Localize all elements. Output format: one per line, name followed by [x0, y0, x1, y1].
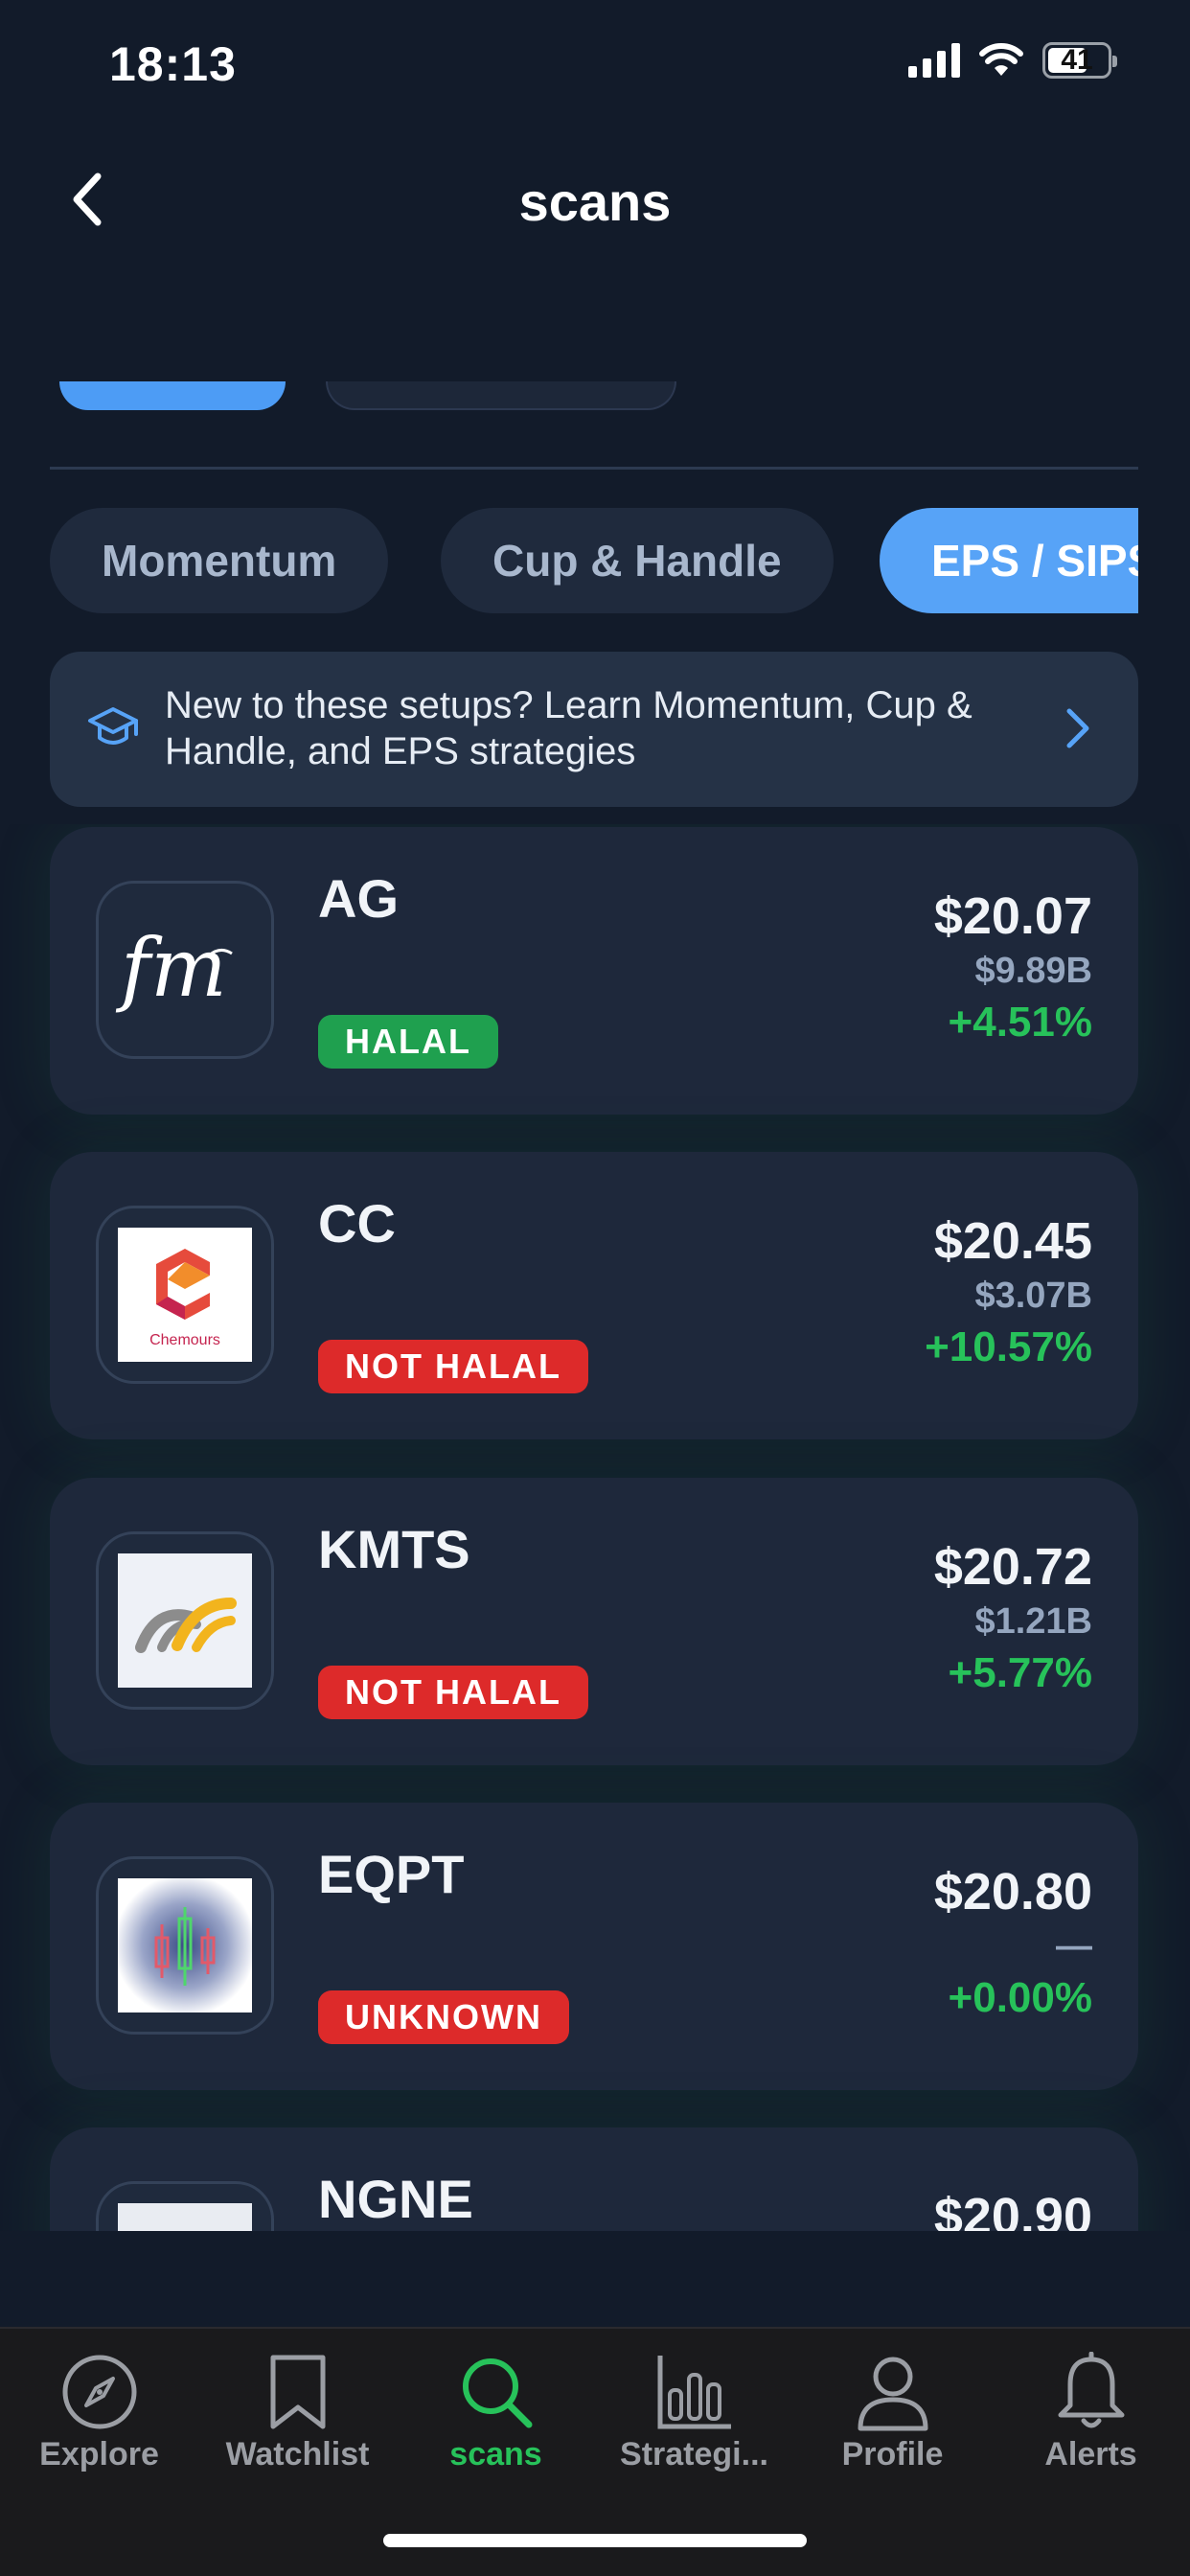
status-time: 18:13: [109, 37, 237, 91]
market-cap: $9.89B: [974, 951, 1092, 991]
strategy-chips: Momentum Cup & Handle EPS / SIPS: [50, 508, 1138, 615]
tab-label: Profile: [841, 2436, 944, 2472]
tab-strategies[interactable]: Strategi...: [595, 2352, 793, 2473]
price-column: $20.07 $9.89B +4.51%: [934, 886, 1092, 1049]
tab-label: Alerts: [1044, 2436, 1137, 2472]
stock-price: $20.45: [933, 1212, 1092, 1270]
stock-ticker: CC: [318, 1193, 396, 1254]
logo-wordmark: Chemours: [149, 1332, 220, 1348]
status-badge: HALAL: [318, 1015, 498, 1069]
wifi-icon: [979, 43, 1023, 76]
fm-logo-icon: fm: [96, 881, 274, 1059]
chip-cup-handle[interactable]: Cup & Handle: [441, 508, 834, 613]
price-change: +0.00%: [948, 1974, 1092, 2021]
bookmark-icon: [270, 2355, 325, 2429]
bar-chart-icon: [657, 2356, 731, 2429]
stock-list[interactable]: fm AG HALAL $20.07 $9.89B +4.51% Chemour…: [0, 824, 1190, 2231]
stock-card[interactable]: NGNE $20.90: [50, 2128, 1138, 2231]
page-title: scans: [518, 172, 672, 232]
status-icons: 41: [908, 42, 1117, 79]
stock-card[interactable]: Chemours CC NOT HALAL $20.45 $3.07B +10.…: [50, 1152, 1138, 1439]
kestra-arcs-logo-icon: [96, 1531, 274, 1710]
ngne-logo-icon: [96, 2181, 274, 2231]
stock-price: $20.80: [933, 1863, 1092, 1920]
price-column: $20.72 $1.21B +5.77%: [934, 1537, 1092, 1700]
tab-watchlist[interactable]: Watchlist: [198, 2352, 397, 2473]
nav-header: scans: [0, 153, 1190, 249]
price-column: $20.80 — +0.00%: [934, 1862, 1092, 2025]
tab-label: Explore: [39, 2436, 159, 2472]
stock-price: $20.07: [933, 887, 1092, 945]
learn-banner[interactable]: New to these setups? Learn Momentum, Cup…: [50, 652, 1138, 807]
compass-icon: [62, 2355, 136, 2429]
battery-icon: 41: [1042, 42, 1117, 79]
price-change: +5.77%: [948, 1649, 1092, 1696]
stock-ticker: AG: [318, 868, 399, 929]
price-change: +4.51%: [948, 999, 1092, 1046]
status-badge: UNKNOWN: [318, 1990, 569, 2044]
cellular-signal-icon: [908, 43, 960, 78]
market-cap: $1.21B: [974, 1601, 1092, 1642]
graduation-cap-icon: [88, 707, 138, 745]
market-cap: —: [1056, 1926, 1092, 1966]
status-bar: 18:13 41: [0, 0, 1190, 134]
stock-ticker: EQPT: [318, 1844, 465, 1904]
segment-pill-active[interactable]: [59, 381, 286, 410]
stock-price: $20.90: [933, 2188, 1092, 2231]
home-indicator[interactable]: [383, 2534, 807, 2547]
stock-card[interactable]: fm AG HALAL $20.07 $9.89B +4.51%: [50, 827, 1138, 1115]
chevron-right-icon: [1066, 708, 1089, 748]
candlestick-logo-icon: [96, 1856, 274, 2035]
stock-card[interactable]: KMTS NOT HALAL $20.72 $1.21B +5.77%: [50, 1478, 1138, 1765]
learn-banner-text: New to these setups? Learn Momentum, Cup…: [165, 684, 973, 772]
price-column: $20.45 $3.07B +10.57%: [925, 1211, 1092, 1374]
price-change: +10.57%: [925, 1323, 1092, 1370]
chemours-logo-icon: Chemours: [96, 1206, 274, 1384]
tab-label: Watchlist: [225, 2436, 370, 2472]
status-badge: NOT HALAL: [318, 1340, 588, 1393]
stock-ticker: NGNE: [318, 2169, 473, 2229]
chip-momentum[interactable]: Momentum: [50, 508, 389, 613]
status-badge: NOT HALAL: [318, 1666, 588, 1719]
stock-ticker: KMTS: [318, 1519, 470, 1579]
price-column: $20.90: [934, 2187, 1092, 2231]
chip-eps-sips[interactable]: EPS / SIPS: [880, 508, 1138, 613]
stock-card[interactable]: EQPT UNKNOWN $20.80 — +0.00%: [50, 1803, 1138, 2090]
tab-scans[interactable]: scans: [397, 2352, 595, 2473]
logo-wordmark: fm: [115, 921, 227, 1015]
person-icon: [858, 2357, 927, 2431]
tab-label: scans: [449, 2436, 542, 2472]
stock-price: $20.72: [933, 1538, 1092, 1596]
bell-icon: [1058, 2352, 1124, 2428]
market-cap: $3.07B: [974, 1276, 1092, 1316]
divider: [50, 467, 1138, 470]
tab-alerts[interactable]: Alerts: [992, 2352, 1190, 2473]
segment-pill[interactable]: [326, 381, 676, 410]
tab-explore[interactable]: Explore: [0, 2352, 198, 2473]
tab-profile[interactable]: Profile: [793, 2352, 992, 2473]
search-icon: [462, 2358, 532, 2428]
battery-level: 41: [1061, 44, 1093, 76]
tab-label: Strategi...: [620, 2436, 768, 2472]
